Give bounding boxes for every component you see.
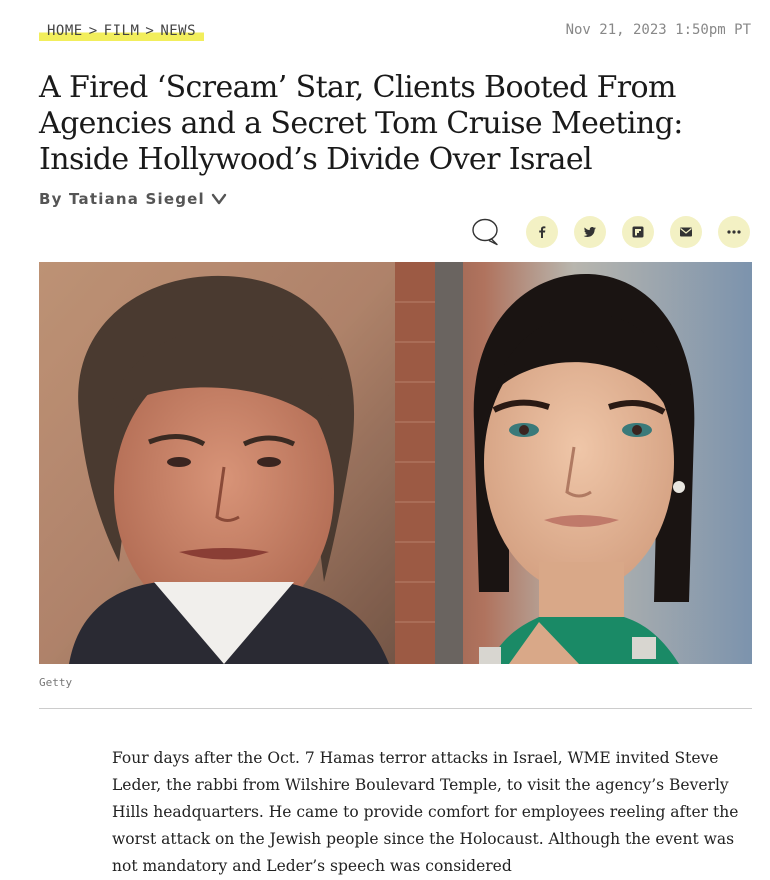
share-bar xyxy=(470,216,750,248)
article-body-paragraph: Four days after the Oct. 7 Hamas terror … xyxy=(112,749,739,875)
breadcrumb-home[interactable]: HOME xyxy=(47,23,83,39)
flipboard-icon xyxy=(632,226,644,238)
author-name[interactable]: By Tatiana Siegel xyxy=(39,190,205,208)
hero-image xyxy=(39,262,752,664)
twitter-share-button[interactable] xyxy=(574,216,606,248)
publish-date: Nov 21, 2023 1:50pm PT xyxy=(565,22,751,38)
facebook-icon xyxy=(539,226,546,238)
flipboard-share-button[interactable] xyxy=(622,216,654,248)
byline[interactable]: By Tatiana Siegel xyxy=(39,190,227,208)
breadcrumb: HOME > FILM > NEWS xyxy=(39,18,205,44)
image-caption: Getty xyxy=(39,676,73,689)
chevron-down-icon[interactable] xyxy=(211,192,227,206)
email-icon xyxy=(680,227,692,237)
more-options-button[interactable] xyxy=(718,216,750,248)
email-share-button[interactable] xyxy=(670,216,702,248)
more-icon xyxy=(727,230,741,234)
divider xyxy=(39,708,752,709)
hero-photo xyxy=(39,262,752,664)
article-headline: A Fired ‘Scream’ Star, Clients Booted Fr… xyxy=(39,70,683,177)
breadcrumb-news[interactable]: NEWS xyxy=(160,23,196,39)
twitter-icon xyxy=(583,227,596,237)
breadcrumb-separator: > xyxy=(145,23,155,39)
facebook-share-button[interactable] xyxy=(526,216,558,248)
breadcrumb-separator: > xyxy=(88,23,98,39)
breadcrumb-film[interactable]: FILM xyxy=(104,23,140,39)
comment-icon[interactable] xyxy=(470,217,500,247)
